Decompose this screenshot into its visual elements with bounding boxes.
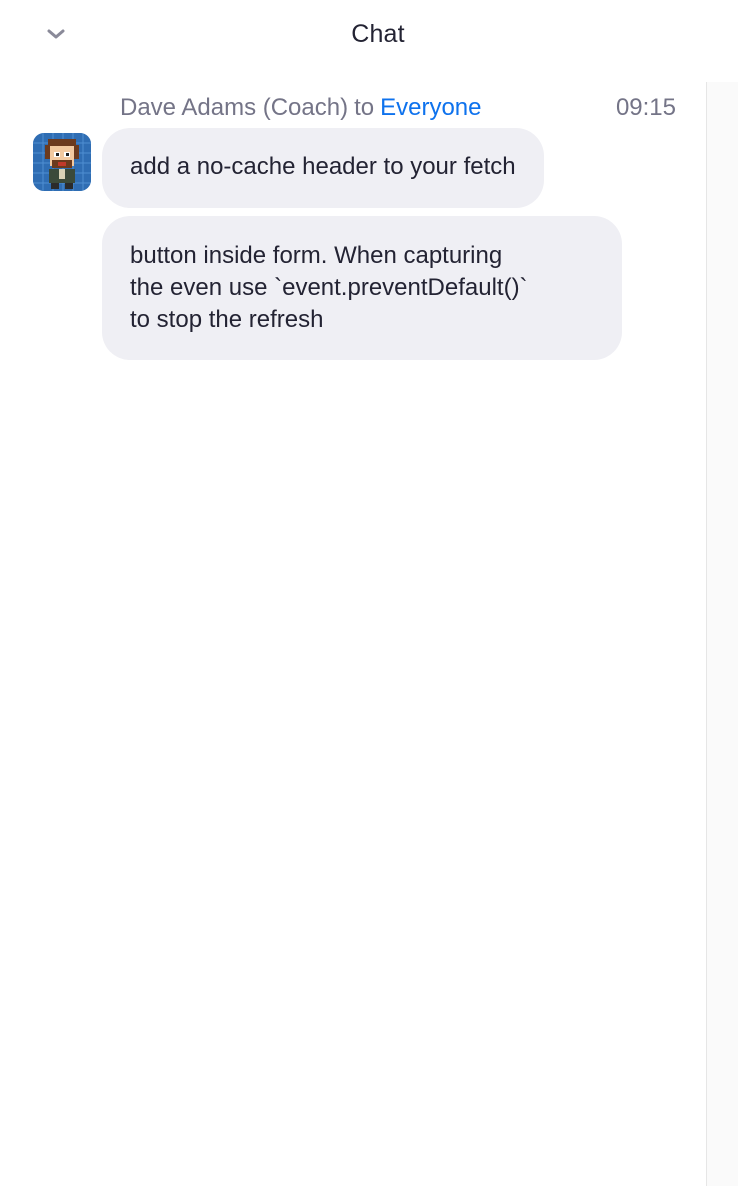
message-bubble[interactable]: add a no-cache header to your fetch <box>102 128 544 208</box>
message-bubble[interactable]: button inside form. When capturing the e… <box>102 216 622 360</box>
to-label: to <box>354 94 375 121</box>
message-meta: Dave Adams (Coach) to Everyone <box>120 94 482 122</box>
avatar[interactable] <box>33 133 91 191</box>
recipient-link[interactable]: Everyone <box>380 94 481 121</box>
scrollbar-track[interactable] <box>706 82 738 1186</box>
pixel-art-avatar-icon <box>33 133 91 191</box>
message-list[interactable]: Dave Adams (Coach) to Everyone 09:15 add… <box>0 82 706 1186</box>
message-timestamp: 09:15 <box>615 94 676 121</box>
chat-header: Chat <box>0 0 738 72</box>
sender-name: Dave Adams (Coach) <box>120 94 349 121</box>
chat-window: Chat Dave Adams (Coach) to Everyone 09:15 <box>0 0 738 1186</box>
chat-title: Chat <box>351 20 405 48</box>
